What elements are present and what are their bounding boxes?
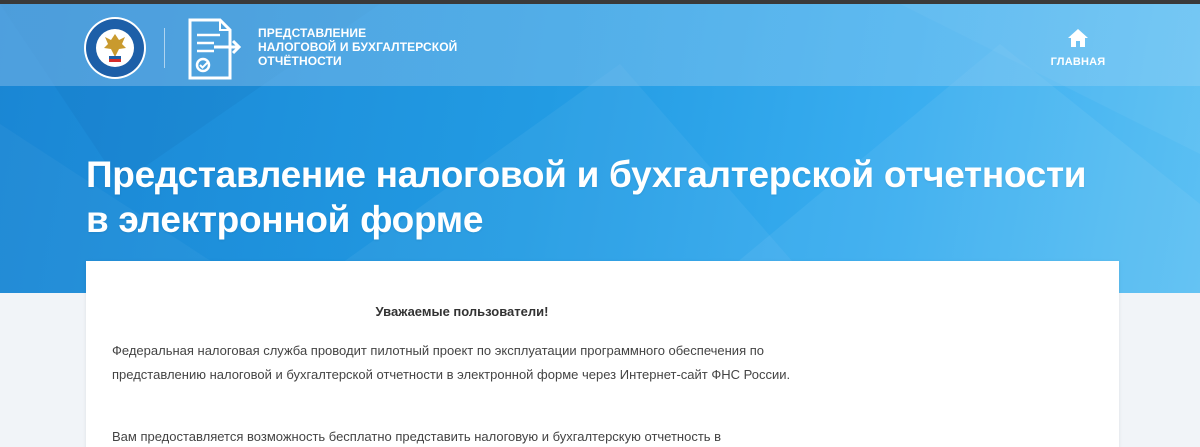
home-icon: [1068, 29, 1088, 47]
service-title-line: НАЛОГОВОЙ И БУХГАЛТЕРСКОЙ: [258, 40, 458, 54]
document-arrow-icon: [188, 18, 242, 80]
service-title: ПРЕДСТАВЛЕНИЕ НАЛОГОВОЙ И БУХГАЛТЕРСКОЙ …: [258, 26, 478, 68]
site-header: ПРЕДСТАВЛЕНИЕ НАЛОГОВОЙ И БУХГАЛТЕРСКОЙ …: [0, 4, 1200, 86]
home-nav-label: ГЛАВНАЯ: [1050, 56, 1106, 68]
header-divider: [164, 28, 165, 68]
content-card: Уважаемые пользователи! Федеральная нало…: [86, 261, 1119, 447]
home-nav-link[interactable]: ГЛАВНАЯ: [1046, 28, 1110, 72]
notice-heading: Уважаемые пользователи!: [375, 304, 549, 319]
intro-paragraph: Федеральная налоговая служба проводит пи…: [112, 343, 791, 382]
fns-emblem-icon[interactable]: [83, 14, 147, 82]
service-title-line: ПРЕДСТАВЛЕНИЕ: [258, 26, 367, 40]
service-title-line: ОТЧЁТНОСТИ: [258, 54, 342, 68]
offer-paragraph: Вам предоставляется возможность бесплатн…: [112, 429, 722, 444]
page-title: Представление налоговой и бухгалтерской …: [86, 154, 1087, 240]
